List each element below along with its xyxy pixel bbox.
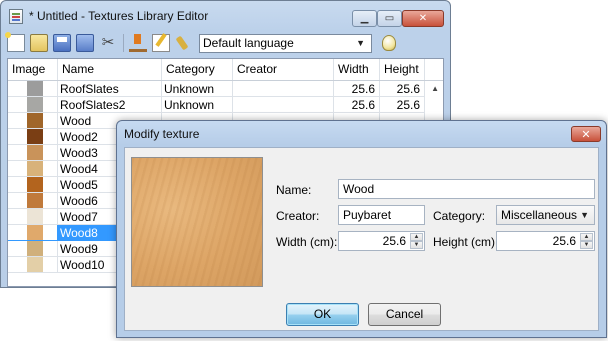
cell-width: 25.6	[334, 81, 380, 97]
creator-label: Creator:	[276, 209, 320, 223]
texture-swatch	[27, 81, 43, 96]
cell-category: Unknown	[162, 97, 233, 113]
caption-buttons: ▁ ▭ ✕	[352, 10, 444, 27]
texture-thumbnail	[8, 241, 58, 257]
import-icon[interactable]	[129, 34, 147, 52]
texture-swatch	[27, 193, 43, 208]
texture-thumbnail	[8, 209, 58, 225]
window-title: * Untitled - Textures Library Editor	[29, 9, 209, 23]
app-icon	[9, 8, 23, 24]
scroll-up-icon[interactable]: ▲	[431, 84, 439, 93]
close-icon: ✕	[418, 13, 428, 24]
category-select[interactable]: Miscellaneous ▼	[496, 205, 595, 225]
texture-thumbnail	[8, 177, 58, 193]
cell-width: 25.6	[334, 97, 380, 113]
maximize-icon: ▭	[384, 13, 395, 24]
dialog-close-button[interactable]: ✕	[571, 126, 601, 142]
texture-swatch	[27, 257, 43, 272]
creator-field[interactable]: Puybaret	[338, 205, 425, 225]
toolbar: ✂ Default language ▼	[5, 31, 444, 55]
close-button[interactable]: ✕	[402, 10, 444, 27]
cancel-button[interactable]: Cancel	[368, 303, 441, 326]
table-header: Image Name Category Creator Width Height	[8, 59, 443, 81]
column-header-width[interactable]: Width	[334, 59, 380, 80]
texture-swatch	[27, 129, 43, 144]
texture-thumbnail	[8, 193, 58, 209]
texture-thumbnail	[8, 113, 58, 129]
dialog-body: Name: Wood Creator: Puybaret Category: M…	[124, 147, 599, 331]
texture-swatch	[27, 113, 43, 128]
table-row[interactable]: RoofSlates Unknown 25.6 25.6	[8, 81, 443, 97]
name-label: Name:	[276, 183, 312, 197]
width-spin-arrows: ▲ ▼	[410, 233, 423, 249]
width-value: 25.6	[382, 234, 406, 248]
modify-texture-dialog: Modify texture ✕ Name: Wood Creator: Puy…	[116, 120, 607, 338]
texture-thumbnail	[8, 97, 58, 113]
delete-icon[interactable]	[175, 34, 193, 52]
texture-swatch	[27, 161, 43, 176]
width-label: Width (cm):	[276, 235, 338, 249]
table-row[interactable]: RoofSlates2 Unknown 25.6 25.6	[8, 97, 443, 113]
close-icon: ✕	[581, 128, 591, 141]
chevron-down-icon: ▼	[580, 210, 589, 220]
texture-swatch	[27, 225, 43, 240]
modify-icon[interactable]	[152, 34, 170, 52]
column-header-category[interactable]: Category	[162, 59, 233, 80]
cell-creator	[233, 97, 334, 113]
cell-height: 25.6	[380, 97, 425, 113]
chevron-down-icon: ▼	[356, 38, 365, 48]
column-header-name[interactable]: Name	[58, 59, 162, 80]
language-value: Default language	[203, 36, 294, 50]
column-header-height[interactable]: Height	[380, 59, 425, 80]
cell-name: RoofSlates	[58, 81, 162, 97]
minimize-icon: ▁	[360, 13, 369, 24]
texture-swatch	[27, 97, 43, 112]
texture-thumbnail	[8, 225, 58, 241]
texture-preview	[131, 157, 263, 287]
toolbar-separator	[123, 34, 124, 52]
texture-thumbnail	[8, 145, 58, 161]
ok-button[interactable]: OK	[286, 303, 359, 326]
cut-icon[interactable]: ✂	[99, 34, 117, 52]
texture-thumbnail	[8, 129, 58, 145]
texture-swatch	[27, 209, 43, 224]
maximize-button[interactable]: ▭	[377, 10, 402, 27]
minimize-button[interactable]: ▁	[352, 10, 377, 27]
texture-swatch	[27, 145, 43, 160]
spin-down-icon[interactable]: ▼	[580, 241, 593, 249]
height-label: Height (cm):	[433, 235, 499, 249]
spin-up-icon[interactable]: ▲	[410, 233, 423, 241]
category-label: Category:	[433, 209, 486, 223]
height-spinner[interactable]: 25.6 ▲ ▼	[496, 231, 595, 251]
texture-thumbnail	[8, 257, 58, 273]
cell-name: RoofSlates2	[58, 97, 162, 113]
new-icon[interactable]	[5, 32, 25, 52]
name-field[interactable]: Wood	[338, 179, 595, 199]
width-spinner[interactable]: 25.6 ▲ ▼	[338, 231, 425, 251]
spin-up-icon[interactable]: ▲	[580, 233, 593, 241]
spin-down-icon[interactable]: ▼	[410, 241, 423, 249]
cell-creator	[233, 81, 334, 97]
texture-swatch	[27, 241, 43, 256]
help-icon[interactable]	[382, 35, 396, 51]
texture-swatch	[27, 177, 43, 192]
column-header-creator[interactable]: Creator	[233, 59, 334, 80]
title-bar: * Untitled - Textures Library Editor	[9, 5, 208, 27]
open-icon[interactable]	[30, 34, 48, 52]
texture-thumbnail	[8, 161, 58, 177]
dialog-title: Modify texture	[124, 127, 200, 141]
height-spin-arrows: ▲ ▼	[580, 233, 593, 249]
cell-category: Unknown	[162, 81, 233, 97]
save-icon[interactable]	[53, 34, 71, 52]
category-value: Miscellaneous	[501, 208, 578, 222]
height-value: 25.6	[552, 234, 576, 248]
cell-height: 25.6	[380, 81, 425, 97]
column-header-image[interactable]: Image	[8, 59, 58, 80]
texture-thumbnail	[8, 81, 58, 97]
save-as-icon[interactable]	[76, 34, 94, 52]
language-select[interactable]: Default language ▼	[199, 33, 372, 53]
